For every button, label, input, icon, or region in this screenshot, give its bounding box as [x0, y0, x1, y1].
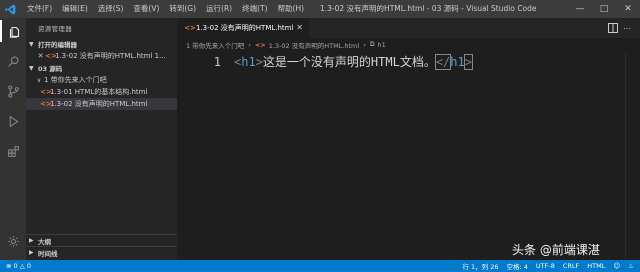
- timeline-section[interactable]: ▶ 时间线: [26, 246, 177, 258]
- file-item-selected[interactable]: <> 1.3-02 没有声明的HTML.html: [26, 98, 177, 110]
- close-icon[interactable]: ✕: [616, 0, 640, 18]
- run-debug-icon[interactable]: [0, 110, 26, 132]
- text-content: 这是一个没有声明的HTML文档。: [262, 55, 436, 69]
- activity-bar: [0, 18, 26, 260]
- menu-go[interactable]: 转到(G): [164, 0, 201, 18]
- chevron-down-icon: ▼: [29, 40, 34, 48]
- menu-help[interactable]: 帮助(H): [273, 0, 310, 18]
- breadcrumb-file[interactable]: 1.3-02 没有声明的HTML.html: [269, 40, 359, 50]
- explorer-icon[interactable]: [0, 20, 26, 42]
- language-mode[interactable]: HTML: [587, 262, 605, 270]
- problems-indicator[interactable]: ⊗ 0 △ 0: [6, 262, 31, 270]
- editor-tab[interactable]: <> 1.3-02 没有声明的HTML.html ✕: [177, 18, 309, 38]
- chevron-right-icon: ▶: [29, 249, 34, 256]
- encoding[interactable]: UTF-8: [536, 262, 555, 270]
- chevron-right-icon: ›: [248, 40, 251, 49]
- sidebar-title: 资源管理器: [38, 25, 72, 33]
- chevron-right-icon: ›: [363, 40, 366, 49]
- menu-view[interactable]: 查看(V): [128, 0, 164, 18]
- code-line[interactable]: <h1>这是一个没有声明的HTML文档。</h1>: [234, 54, 474, 70]
- explorer-sidebar: 资源管理器 ▼ 打开的编辑器 ✕ <> 1.3-02 没有声明的HTML.htm…: [26, 18, 177, 260]
- menu-file[interactable]: 文件(F): [22, 0, 57, 18]
- file-label: 1.3-01 HTML的基本结构.html: [50, 88, 148, 96]
- chevron-down-icon: ▼: [29, 64, 34, 72]
- workspace-section[interactable]: ▼ 03 源码: [26, 62, 177, 74]
- error-count: 0: [13, 262, 18, 270]
- tag-bracket-highlight: >: [463, 54, 474, 70]
- source-control-icon[interactable]: [0, 80, 26, 102]
- open-editor-item[interactable]: ✕ <> 1.3-02 没有声明的HTML.html 1...: [26, 50, 177, 62]
- folder-item[interactable]: ∨ 1 带你先来入个门吧: [26, 74, 177, 86]
- maximize-icon[interactable]: □: [592, 0, 616, 18]
- html-file-icon: <>: [45, 52, 57, 60]
- html-file-icon: <>: [40, 100, 52, 108]
- open-editors-section[interactable]: ▼ 打开的编辑器: [26, 38, 177, 50]
- chevron-down-icon: ∨: [36, 76, 42, 84]
- file-label: 1.3-02 没有声明的HTML.html: [50, 100, 148, 108]
- split-editor-icon[interactable]: [606, 21, 620, 35]
- tag-name: h1: [450, 55, 465, 69]
- breadcrumb: 1 带你先来入个门吧 › <> 1.3-02 没有声明的HTML.html › …: [177, 38, 640, 51]
- more-actions-icon[interactable]: ⋯: [620, 21, 634, 35]
- window-title: 1.3-02 没有声明的HTML.html - 03 源码 - Visual S…: [320, 4, 537, 13]
- breadcrumb-symbol[interactable]: h1: [377, 41, 385, 49]
- breadcrumb-folder[interactable]: 1 带你先来入个门吧: [186, 40, 244, 50]
- feedback-icon[interactable]: ☺: [613, 262, 620, 270]
- tag-bracket: >: [255, 55, 263, 69]
- timeline-label: 时间线: [38, 249, 58, 258]
- indentation[interactable]: 空格: 4: [507, 261, 528, 271]
- title-bar: 文件(F) 编辑(E) 选择(S) 查看(V) 转到(G) 运行(R) 终端(T…: [0, 0, 640, 18]
- file-item[interactable]: <> 1.3-01 HTML的基本结构.html: [26, 86, 177, 98]
- html-file-icon: <>: [40, 88, 52, 96]
- outline-label: 大纲: [38, 237, 51, 246]
- notifications-bell-icon[interactable]: ♨: [628, 262, 634, 270]
- status-bar: ⊗ 0 △ 0 行 1，列 26 空格: 4 UTF-8 CRLF HTML ☺…: [0, 260, 640, 272]
- open-editors-label: 打开的编辑器: [38, 41, 77, 49]
- html-file-icon: <>: [254, 40, 266, 49]
- tab-label: 1.3-02 没有声明的HTML.html: [196, 24, 294, 32]
- warning-count: 0: [26, 262, 31, 270]
- outline-section[interactable]: ▶ 大纲: [26, 234, 177, 246]
- folder-label: 1 带你先来入个门吧: [44, 76, 107, 84]
- chevron-right-icon: ▶: [29, 237, 34, 244]
- menu-run[interactable]: 运行(R): [201, 0, 237, 18]
- symbol-icon: ⧉: [369, 40, 375, 48]
- error-icon: ⊗: [6, 262, 12, 270]
- editor-actions: ⋯: [606, 18, 634, 38]
- html-file-icon: <>: [184, 24, 196, 32]
- menu-bar: 文件(F) 编辑(E) 选择(S) 查看(V) 转到(G) 运行(R) 终端(T…: [22, 0, 309, 18]
- open-editor-label: 1.3-02 没有声明的HTML.html 1...: [55, 52, 166, 60]
- tag-bracket-highlight: </: [434, 54, 452, 70]
- code-editor[interactable]: 1 <h1>这是一个没有声明的HTML文档。</h1>: [177, 51, 640, 260]
- tab-close-icon[interactable]: ✕: [296, 18, 303, 38]
- watermark: 头条 @前端课湛: [512, 243, 600, 257]
- line-number: 1: [213, 55, 221, 69]
- tag-name: h1: [241, 55, 256, 69]
- vscode-logo-icon: [2, 0, 18, 18]
- warning-icon: △: [19, 262, 25, 270]
- end-of-line[interactable]: CRLF: [563, 262, 579, 270]
- workspace-label: 03 源码: [38, 65, 63, 73]
- cursor-position[interactable]: 行 1，列 26: [462, 261, 498, 271]
- close-editor-icon[interactable]: ✕: [36, 52, 45, 60]
- settings-gear-icon[interactable]: [0, 230, 26, 252]
- window-controls: — □ ✕: [568, 0, 640, 18]
- minimize-icon[interactable]: —: [568, 0, 592, 18]
- extensions-icon[interactable]: [0, 140, 26, 162]
- search-icon[interactable]: [0, 50, 26, 72]
- menu-selection[interactable]: 选择(S): [93, 0, 129, 18]
- scrollbar-track[interactable]: [625, 51, 626, 260]
- editor-tab-bar: <> 1.3-02 没有声明的HTML.html ✕ ⋯: [177, 18, 640, 38]
- menu-terminal[interactable]: 终端(T): [237, 0, 272, 18]
- menu-edit[interactable]: 编辑(E): [57, 0, 93, 18]
